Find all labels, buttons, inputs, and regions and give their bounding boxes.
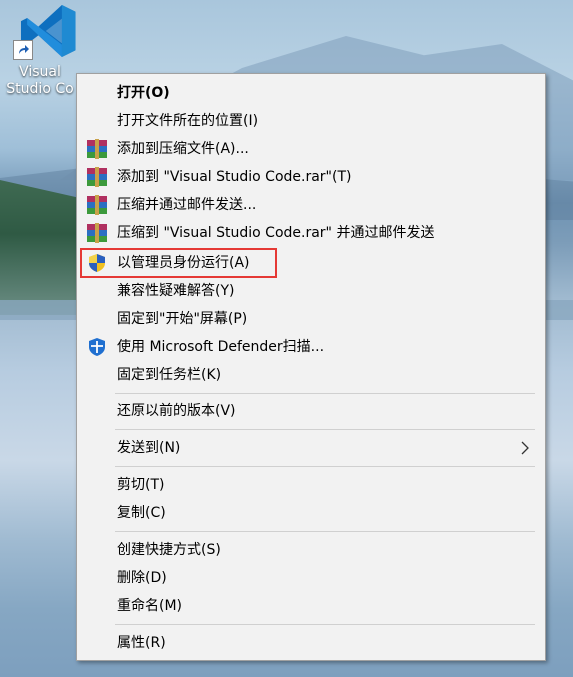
menu-item-open[interactable]: 打开(O) — [80, 79, 542, 107]
menu-separator — [115, 624, 535, 625]
chevron-right-icon — [521, 441, 529, 455]
menu-item-label: 以管理员身份运行(A) — [117, 255, 250, 271]
desktop-icon-label: Visual Studio Co — [6, 64, 74, 97]
menu-item-defender-scan[interactable]: 使用 Microsoft Defender扫描... — [80, 333, 542, 361]
winrar-icon — [86, 222, 108, 244]
menu-separator — [115, 393, 535, 394]
context-menu: 打开(O) 打开文件所在的位置(I) 添加到压缩文件(A)... 添加到 "Vi… — [76, 73, 546, 661]
menu-item-create-shortcut[interactable]: 创建快捷方式(S) — [80, 536, 542, 564]
menu-separator — [115, 429, 535, 430]
winrar-icon — [86, 138, 108, 160]
menu-item-label: 压缩到 "Visual Studio Code.rar" 并通过邮件发送 — [117, 225, 435, 241]
menu-item-label: 打开(O) — [117, 85, 170, 101]
menu-item-label: 删除(D) — [117, 570, 167, 586]
menu-item-open-file-location[interactable]: 打开文件所在的位置(I) — [80, 107, 542, 135]
menu-item-label: 还原以前的版本(V) — [117, 403, 236, 419]
menu-item-pin-to-start[interactable]: 固定到"开始"屏幕(P) — [80, 305, 542, 333]
menu-item-compress-to-rar-and-email[interactable]: 压缩到 "Visual Studio Code.rar" 并通过邮件发送 — [80, 219, 542, 247]
menu-item-rename[interactable]: 重命名(M) — [80, 592, 542, 620]
menu-separator — [115, 531, 535, 532]
menu-item-cut[interactable]: 剪切(T) — [80, 471, 542, 499]
menu-item-label: 压缩并通过邮件发送... — [117, 197, 257, 213]
menu-item-run-as-admin[interactable]: 以管理员身份运行(A) — [80, 249, 542, 277]
winrar-icon — [86, 194, 108, 216]
menu-item-label: 添加到压缩文件(A)... — [117, 141, 249, 157]
menu-item-label: 添加到 "Visual Studio Code.rar"(T) — [117, 169, 352, 185]
menu-item-label: 打开文件所在的位置(I) — [117, 113, 259, 129]
menu-item-pin-to-taskbar[interactable]: 固定到任务栏(K) — [80, 361, 542, 389]
menu-item-label: 发送到(N) — [117, 440, 181, 456]
winrar-icon — [86, 166, 108, 188]
shortcut-arrow-icon — [13, 40, 33, 60]
menu-item-label: 使用 Microsoft Defender扫描... — [117, 339, 325, 355]
menu-item-send-to[interactable]: 发送到(N) — [80, 434, 542, 462]
menu-item-label: 固定到任务栏(K) — [117, 367, 222, 383]
menu-item-properties[interactable]: 属性(R) — [80, 629, 542, 657]
menu-item-delete[interactable]: 删除(D) — [80, 564, 542, 592]
menu-item-add-to-rar[interactable]: 添加到 "Visual Studio Code.rar"(T) — [80, 163, 542, 191]
menu-item-compress-and-email[interactable]: 压缩并通过邮件发送... — [80, 191, 542, 219]
menu-item-label: 属性(R) — [117, 635, 166, 651]
menu-item-label: 剪切(T) — [117, 477, 165, 493]
vscode-desktop-shortcut[interactable]: Visual Studio Co — [0, 0, 80, 100]
menu-item-copy[interactable]: 复制(C) — [80, 499, 542, 527]
desktop-background: Visual Studio Co 打开(O) 打开文件所在的位置(I) 添加到压… — [0, 0, 573, 677]
menu-item-add-to-archive[interactable]: 添加到压缩文件(A)... — [80, 135, 542, 163]
defender-shield-icon — [86, 336, 108, 358]
menu-item-compatibility[interactable]: 兼容性疑难解答(Y) — [80, 277, 542, 305]
menu-item-label: 重命名(M) — [117, 598, 183, 614]
menu-item-label: 固定到"开始"屏幕(P) — [117, 311, 248, 327]
menu-separator — [115, 466, 535, 467]
uac-shield-icon — [86, 252, 108, 274]
menu-item-label: 兼容性疑难解答(Y) — [117, 283, 235, 299]
menu-item-label: 创建快捷方式(S) — [117, 542, 221, 558]
menu-item-label: 复制(C) — [117, 505, 166, 521]
menu-item-restore-previous-versions[interactable]: 还原以前的版本(V) — [80, 397, 542, 425]
